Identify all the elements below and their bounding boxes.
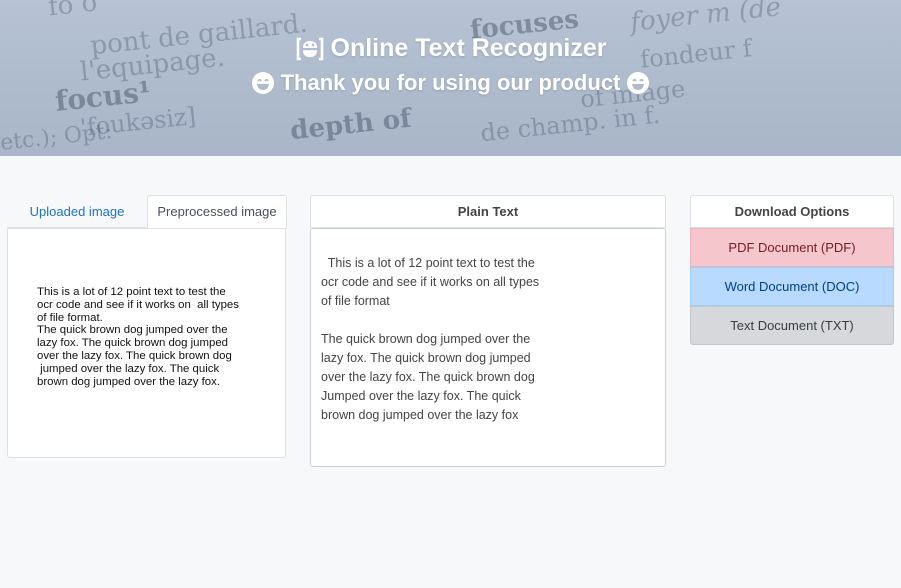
header-banner: fo o pont de gaillard. l'equipage. focus…	[0, 0, 901, 156]
download-options-header: Download Options	[690, 195, 894, 228]
preprocessed-image-preview: This is a lot of 12 point text to test t…	[7, 228, 286, 458]
download-txt-button[interactable]: Text Document (TXT)	[690, 306, 894, 345]
page-title-text: Online Text Recognizer	[330, 34, 607, 62]
download-pdf-button[interactable]: PDF Document (PDF)	[690, 228, 894, 267]
bg-word: fo o	[46, 0, 99, 23]
bg-word: foyer m (de	[628, 0, 783, 38]
plain-text-output[interactable]: This is a lot of 12 point text to test t…	[310, 228, 666, 467]
tab-preprocessed-image[interactable]: Preprocessed image	[147, 195, 287, 228]
resize-grip-icon[interactable]	[654, 455, 664, 465]
page-title: Online Text Recognizer	[0, 34, 901, 63]
image-tabs: Uploaded image Preprocessed image	[7, 195, 287, 228]
plain-text-header: Plain Text	[310, 195, 666, 228]
bg-word: depth of	[288, 103, 413, 147]
preprocessed-image-text: This is a lot of 12 point text to test t…	[37, 286, 239, 388]
download-doc-button[interactable]: Word Document (DOC)	[690, 267, 894, 306]
tab-uploaded-image[interactable]: Uploaded image	[7, 195, 147, 228]
page-subtitle-text: Thank you for using our product	[280, 70, 621, 95]
page-subtitle: Thank you for using our product	[0, 70, 901, 96]
bg-word: de champ. in f.	[479, 100, 662, 148]
bg-word: etc.); Opt:	[0, 119, 114, 156]
bg-word: 'foukəsiz]	[78, 102, 198, 142]
ocr-scan-icon	[295, 36, 325, 62]
smile-icon	[626, 71, 650, 95]
smile-icon	[251, 71, 275, 95]
plain-text-content: This is a lot of 12 point text to test t…	[321, 256, 540, 422]
